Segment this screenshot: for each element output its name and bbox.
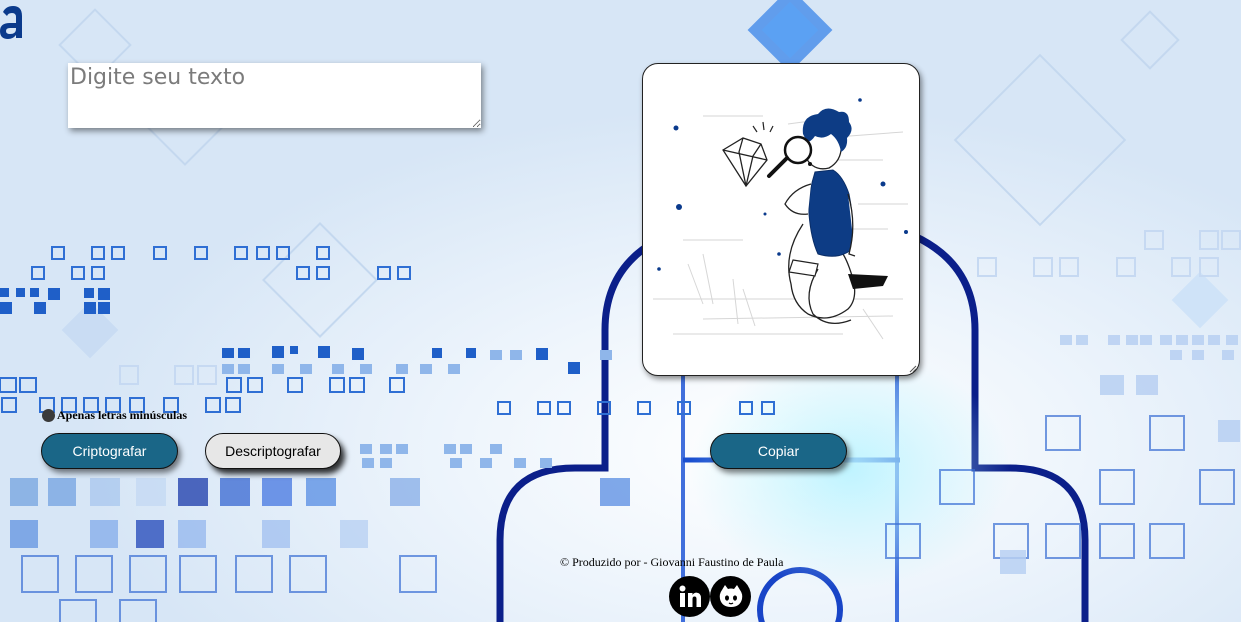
footer-credit: © Produzido por - Giovanni Faustino de P…	[560, 555, 784, 569]
encrypt-button[interactable]: Criptografar	[41, 433, 178, 469]
text-input[interactable]	[68, 63, 481, 128]
linkedin-icon	[679, 585, 701, 607]
copy-button[interactable]: Copiar	[710, 433, 847, 469]
output-panel	[642, 63, 920, 376]
github-link[interactable]	[710, 576, 751, 617]
resize-grip-icon[interactable]	[909, 365, 917, 373]
decrypt-button[interactable]: Descriptografar	[205, 433, 341, 469]
hint-text: Apenas letras minúsculas	[57, 408, 188, 422]
lowercase-hint: Apenas letras minúsculas	[42, 408, 187, 423]
person-with-magnifier-illustration	[653, 98, 908, 340]
info-icon	[42, 409, 55, 422]
github-icon	[719, 584, 742, 607]
linkedin-link[interactable]	[669, 576, 710, 617]
alura-logo-icon	[0, 6, 22, 39]
